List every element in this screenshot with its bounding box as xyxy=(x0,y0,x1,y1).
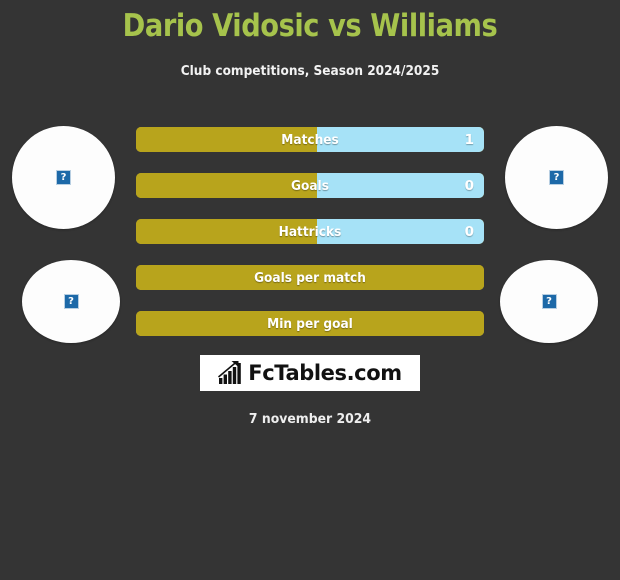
broken-image-icon xyxy=(56,170,71,185)
stat-bar-fill-left xyxy=(136,265,484,290)
stat-bar-row: Matches 1 xyxy=(136,127,484,152)
stat-bar-fill-left xyxy=(136,219,317,244)
bar-chart-growth-icon xyxy=(218,361,242,384)
broken-image-icon xyxy=(549,170,564,185)
page-subtitle: Club competitions, Season 2024/2025 xyxy=(180,63,440,79)
stat-bar-row: Goals 0 xyxy=(136,173,484,198)
stat-bar-fill-left xyxy=(136,173,317,198)
stat-comparison-card: Dario Vidosic vs Williams Club competiti… xyxy=(0,0,620,580)
broken-image-icon xyxy=(541,294,557,309)
player-left-photo-primary xyxy=(12,126,115,229)
stat-bars-list: Matches 1 Goals 0 Hattricks 0 Goals per match M… xyxy=(136,127,484,357)
player-left-photo-secondary xyxy=(22,260,120,343)
page-title: Dario Vidosic vs Williams xyxy=(122,8,498,44)
fctables-logo-text: FcTables.com xyxy=(248,360,402,385)
stat-bar-fill-right xyxy=(316,127,484,152)
player-right-photo-secondary xyxy=(500,260,598,343)
stat-bar-row: Min per goal xyxy=(136,311,484,336)
stat-bar-row: Goals per match xyxy=(136,265,484,290)
stat-bar-fill-right xyxy=(316,219,484,244)
fctables-logo[interactable]: FcTables.com xyxy=(200,355,420,391)
stat-bar-fill-right xyxy=(316,173,484,198)
stat-bar-fill-left xyxy=(136,311,484,336)
report-date: 7 november 2024 xyxy=(248,411,372,427)
player-right-photo-primary xyxy=(505,126,608,229)
broken-image-icon xyxy=(63,294,79,309)
stat-bar-row: Hattricks 0 xyxy=(136,219,484,244)
stat-bar-fill-left xyxy=(136,127,317,152)
